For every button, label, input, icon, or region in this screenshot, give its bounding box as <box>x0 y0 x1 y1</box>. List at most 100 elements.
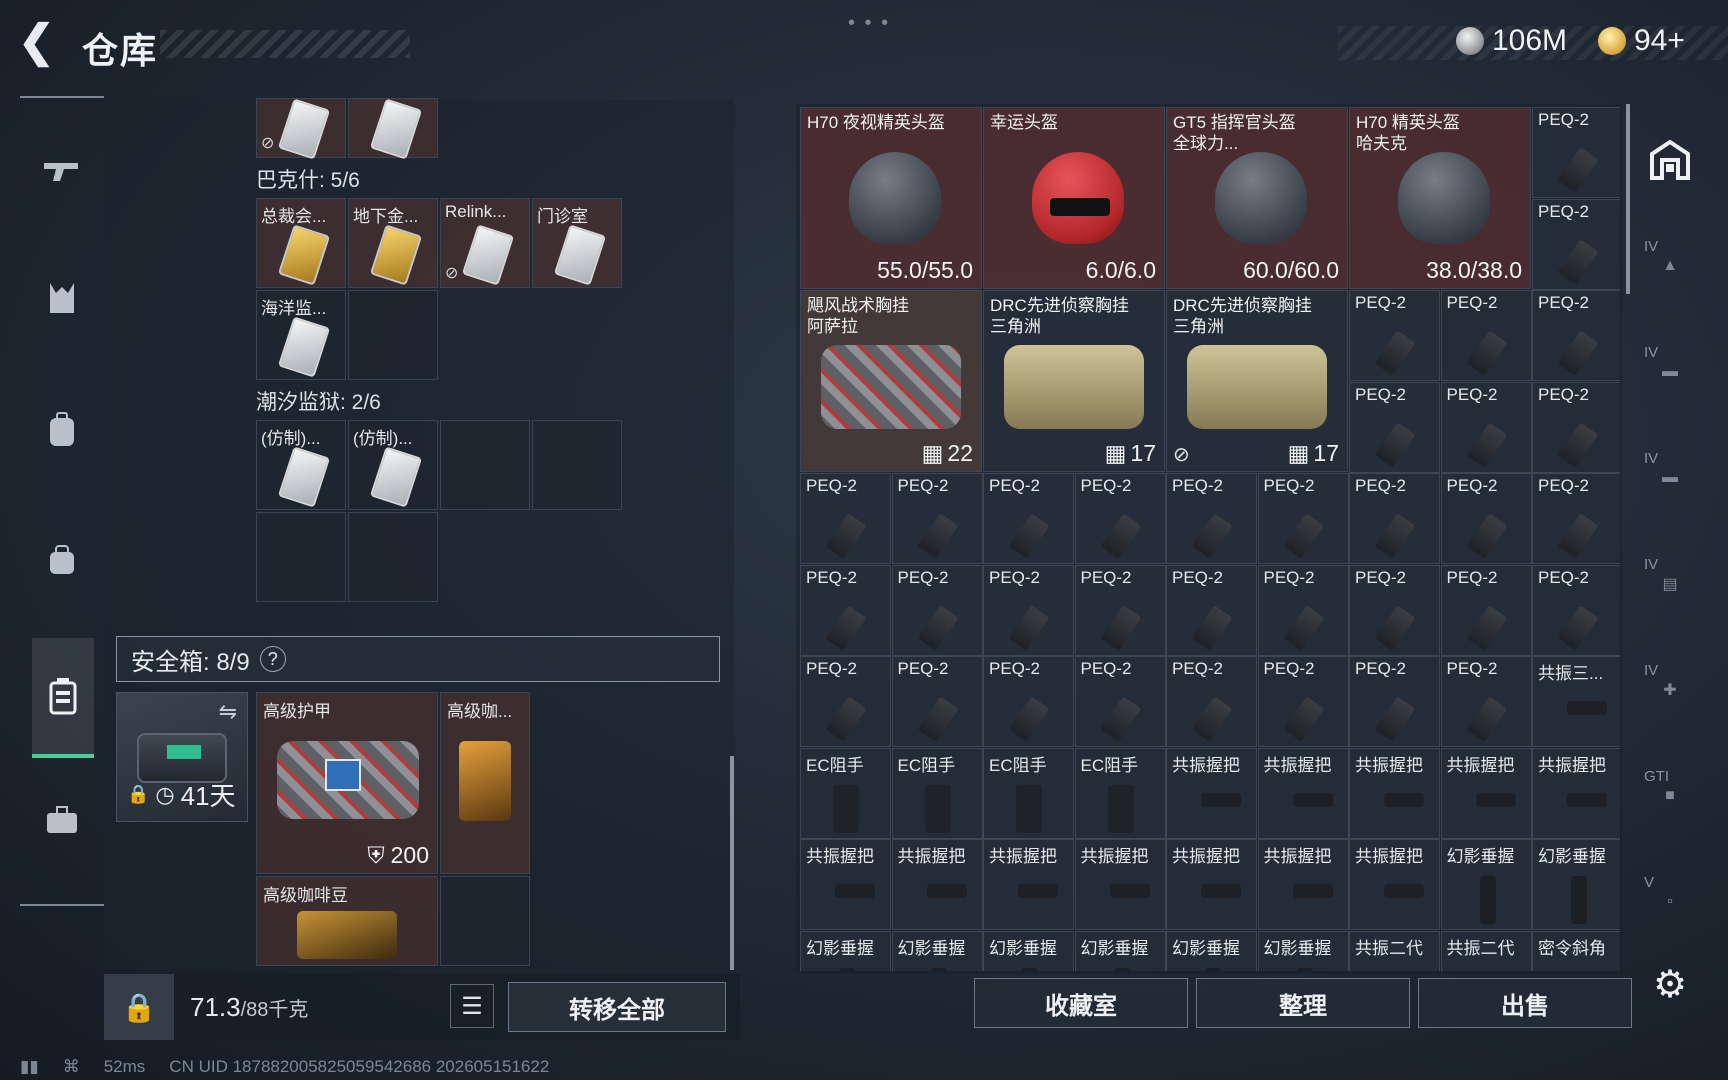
inventory-cell-peq[interactable]: PEQ-2 <box>1532 107 1620 198</box>
inventory-cell-grip[interactable]: 共振握把 <box>891 839 983 930</box>
keycard-slot[interactable]: 总裁会... <box>256 198 346 288</box>
help-icon[interactable]: ? <box>259 646 286 672</box>
inventory-cell-resonance3[interactable]: 共振三... <box>1532 656 1620 747</box>
inventory-cell-peq[interactable]: PEQ-2 <box>983 473 1074 564</box>
inventory-cell-peq[interactable]: PEQ-2 <box>1349 656 1440 747</box>
list-icon[interactable]: ☰ <box>450 984 494 1028</box>
inventory-cell-peq[interactable]: PEQ-2 <box>1074 564 1166 656</box>
inventory-cell-peq[interactable]: PEQ-2 <box>891 473 983 564</box>
inventory-cell-peq[interactable]: PEQ-2 <box>983 564 1074 656</box>
inventory-cell-peq[interactable]: PEQ-2 <box>1349 381 1440 473</box>
inventory-cell-phantom[interactable]: 幻影垂握 <box>1257 930 1349 971</box>
keycard-slot[interactable]: 门诊室 <box>532 198 622 288</box>
empty-slot[interactable] <box>532 420 622 510</box>
inventory-cell-secret[interactable]: 密令斜角 <box>1532 930 1620 971</box>
keycard-slot[interactable]: 海洋监... <box>256 290 346 380</box>
inventory-cell-phantom[interactable]: 幻影垂握 <box>1532 839 1620 930</box>
helmet-item[interactable]: 幸运头盔 6.0/6.0 <box>983 107 1165 289</box>
armor-icon[interactable] <box>30 266 94 330</box>
empty-slot[interactable] <box>440 420 530 510</box>
inventory-cell-peq[interactable]: PEQ-2 <box>1074 473 1166 564</box>
transfer-all-button[interactable]: 转移全部 <box>508 982 726 1032</box>
collection-room-button[interactable]: 收藏室 <box>974 978 1188 1028</box>
inventory-cell-ec[interactable]: EC阻手 <box>800 747 891 839</box>
inventory-cell-peq[interactable]: PEQ-2 <box>1349 290 1440 381</box>
helmet-item[interactable]: H70 夜视精英头盔 55.0/55.0 <box>800 107 982 289</box>
tier-iv-rifle-icon[interactable]: IV ▬ <box>1640 342 1700 402</box>
inventory-cell-peq[interactable]: PEQ-2 <box>1532 473 1620 564</box>
tier-iv-folder-icon[interactable]: IV ▤ <box>1640 554 1700 614</box>
inventory-cell-phantom[interactable]: 幻影垂握 <box>891 930 983 971</box>
tier-iv-weapon-icon[interactable]: IV ▬ <box>1640 448 1700 508</box>
inventory-cell-grip[interactable]: 共振握把 <box>1349 747 1440 839</box>
tier-iv-medkit-icon[interactable]: IV ✚ <box>1640 660 1700 720</box>
stash-scrollbar[interactable] <box>730 756 734 970</box>
inventory-cell-phantom[interactable]: 幻影垂握 <box>1166 930 1257 971</box>
inventory-cell-peq[interactable]: PEQ-2 <box>1440 564 1532 656</box>
storage-icon[interactable] <box>1640 130 1700 190</box>
inventory-cell-phantom[interactable]: 幻影垂握 <box>1440 839 1532 930</box>
inventory-cell-peq[interactable]: PEQ-2 <box>1440 290 1532 381</box>
empty-slot[interactable] <box>348 290 438 380</box>
coffee-slot[interactable]: 高级咖... <box>440 692 530 874</box>
safebox-card[interactable]: ⇋ 🔒 ◷ 41天 <box>116 692 248 822</box>
silver-currency[interactable]: 106M <box>1456 24 1567 58</box>
inventory-scrollbar[interactable] <box>1626 104 1630 294</box>
chest-rig-item[interactable]: DRC先进侦察胸挂 三角洲 ▦ 17 <box>983 290 1165 472</box>
inventory-cell-grip[interactable]: 共振握把 <box>1074 839 1166 930</box>
inventory-cell-peq[interactable]: PEQ-2 <box>983 656 1074 747</box>
bag-icon[interactable] <box>30 528 94 592</box>
inventory-cell-peq[interactable]: PEQ-2 <box>1440 473 1532 564</box>
gti-vehicle-icon[interactable]: GTI ■ <box>1640 766 1700 826</box>
inventory-cell-ec[interactable]: EC阻手 <box>1074 747 1166 839</box>
stash-slot[interactable]: ⊘ <box>256 98 346 160</box>
helmet-item[interactable]: H70 精英头盔 哈夫克 38.0/38.0 <box>1349 107 1531 289</box>
drag-handle-icon[interactable]: • • • <box>848 12 890 35</box>
inventory-cell-peq[interactable]: PEQ-2 <box>1166 564 1257 656</box>
inventory-cell-grip[interactable]: 共振握把 <box>983 839 1074 930</box>
inventory-cell-peq[interactable]: PEQ-2 <box>1166 656 1257 747</box>
inventory-cell-grip[interactable]: 共振握把 <box>1166 747 1257 839</box>
inventory-cell-grip[interactable]: 共振握把 <box>1257 747 1349 839</box>
inventory-cell-ec[interactable]: EC阻手 <box>891 747 983 839</box>
inventory-cell-phantom[interactable]: 幻影垂握 <box>800 930 891 971</box>
inventory-cell-peq[interactable]: PEQ-2 <box>1257 473 1349 564</box>
inventory-cell-peq[interactable]: PEQ-2 <box>1440 381 1532 473</box>
inventory-cell-peq[interactable]: PEQ-2 <box>1532 564 1620 656</box>
inventory-cell-peq[interactable]: PEQ-2 <box>891 656 983 747</box>
inventory-cell-peq[interactable]: PEQ-2 <box>1349 564 1440 656</box>
keycard-slot[interactable]: (仿制)... <box>348 420 438 510</box>
keycard-slot[interactable]: 地下金... <box>348 198 438 288</box>
empty-slot[interactable] <box>440 876 530 966</box>
keycard-slot[interactable]: Relink... ⊘ <box>440 198 530 288</box>
keycard-slot[interactable]: (仿制)... <box>256 420 346 510</box>
inventory-cell-grip[interactable]: 共振握把 <box>1532 747 1620 839</box>
chest-rig-item[interactable]: DRC先进侦察胸挂 三角洲 ⊘ ▦ 17 <box>1166 290 1348 472</box>
inventory-cell-peq[interactable]: PEQ-2 <box>800 473 891 564</box>
inventory-cell-ec[interactable]: EC阻手 <box>983 747 1074 839</box>
back-arrow-icon[interactable]: ❮ <box>18 20 62 66</box>
inventory-cell-res2[interactable]: 共振二代 <box>1440 930 1532 971</box>
briefcase-icon[interactable] <box>30 788 94 852</box>
inventory-cell-peq[interactable]: PEQ-2 <box>1440 656 1532 747</box>
inventory-cell-peq[interactable]: PEQ-2 <box>1532 381 1620 473</box>
inventory-cell-peq[interactable]: PEQ-2 <box>1349 473 1440 564</box>
inventory-cell-grip[interactable]: 共振握把 <box>1349 839 1440 930</box>
organize-button[interactable]: 整理 <box>1196 978 1410 1028</box>
tier-v-misc-icon[interactable]: V ▫ <box>1640 872 1700 932</box>
coffee-beans-slot[interactable]: 高级咖啡豆 <box>256 876 438 966</box>
inventory-cell-phantom[interactable]: 幻影垂握 <box>1074 930 1166 971</box>
inventory-cell-phantom[interactable]: 幻影垂握 <box>983 930 1074 971</box>
gun-icon[interactable] <box>30 138 94 202</box>
backpack-icon[interactable] <box>30 398 94 462</box>
inventory-cell-grip[interactable]: 共振握把 <box>1257 839 1349 930</box>
weight-lock-icon[interactable]: 🔒 <box>104 974 174 1040</box>
empty-slot[interactable] <box>348 512 438 602</box>
inventory-cell-peq[interactable]: PEQ-2 <box>1074 656 1166 747</box>
inventory-cell-peq[interactable]: PEQ-2 <box>891 564 983 656</box>
inventory-cell-grip[interactable]: 共振握把 <box>1440 747 1532 839</box>
settings-gear-icon[interactable]: ⚙ <box>1640 954 1700 1014</box>
inventory-cell-peq[interactable]: PEQ-2 <box>1166 473 1257 564</box>
inventory-cell-peq[interactable]: PEQ-2 <box>800 656 891 747</box>
inventory-cell-peq[interactable]: PEQ-2 <box>1257 656 1349 747</box>
